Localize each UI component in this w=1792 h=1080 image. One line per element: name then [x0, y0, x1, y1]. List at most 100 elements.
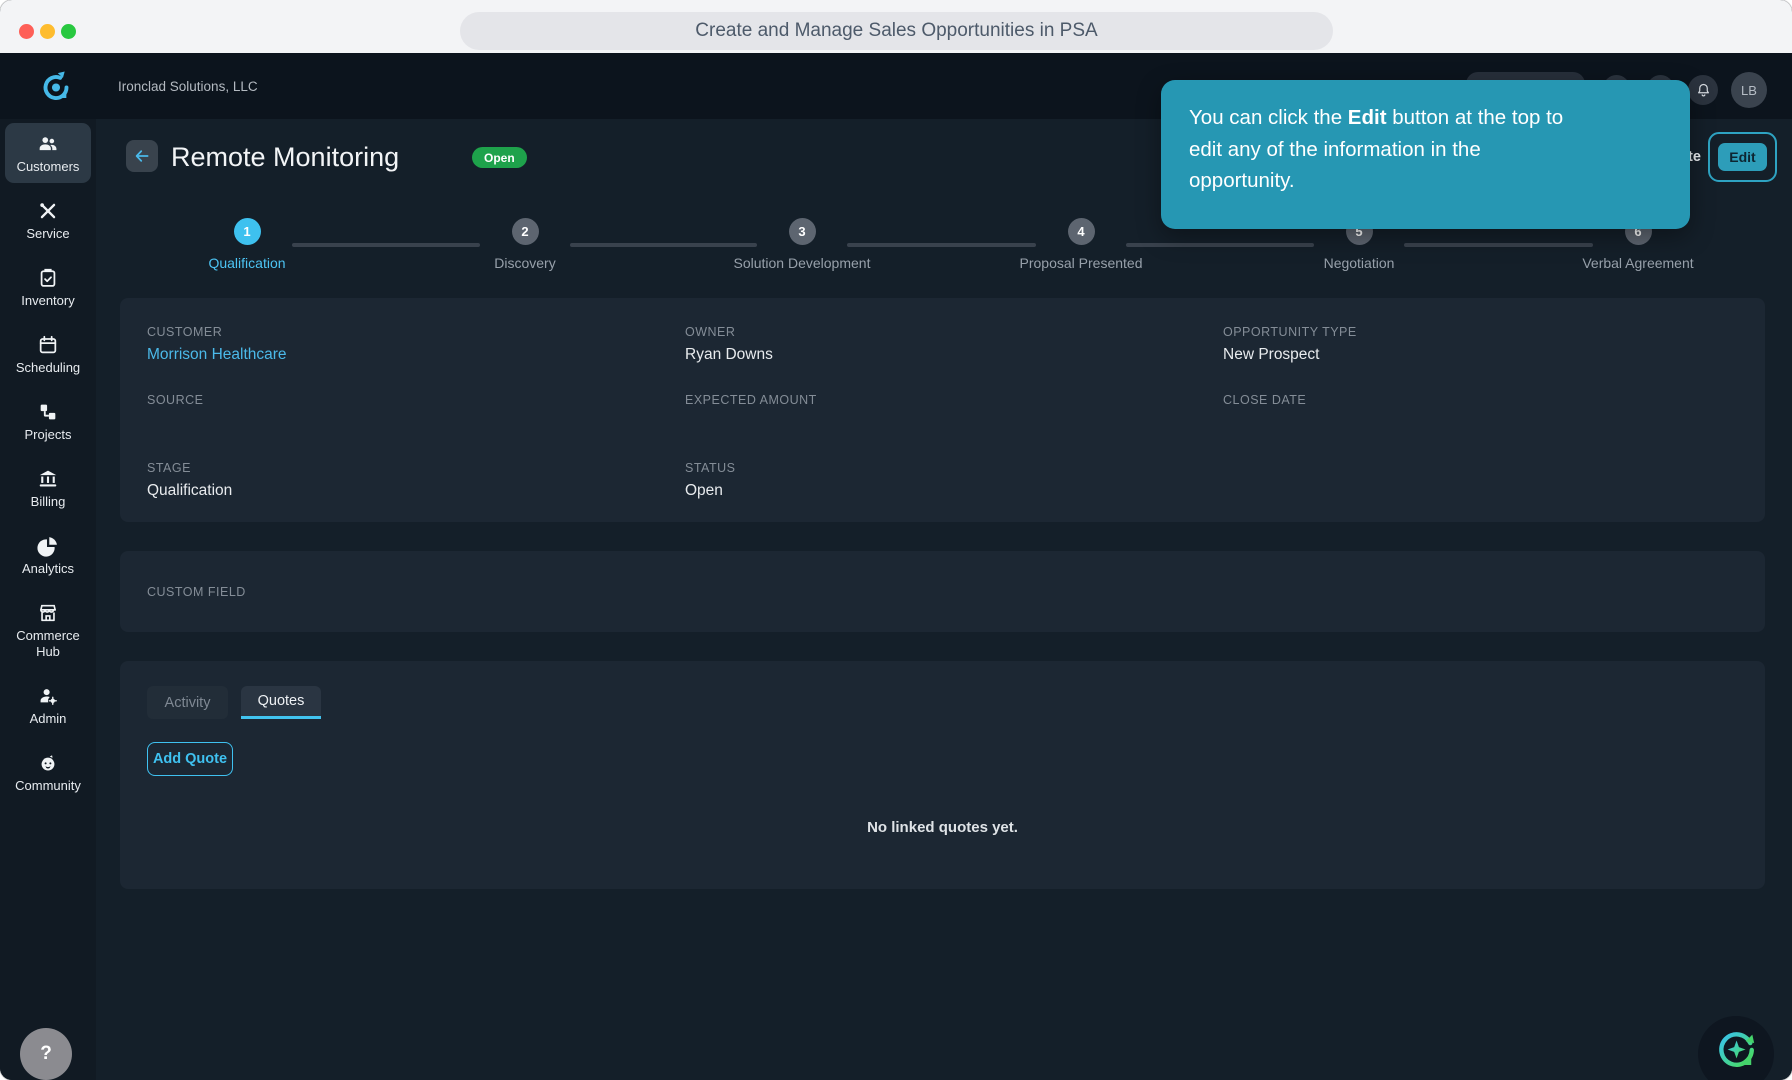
- custom-field-card: CUSTOM FIELD: [120, 551, 1765, 632]
- sidebar-item-label: Commerce Hub: [16, 628, 80, 659]
- step-discovery[interactable]: 2 Discovery: [425, 218, 625, 271]
- company-name: Ironclad Solutions, LLC: [118, 78, 258, 94]
- field-status: STATUS Open: [685, 461, 1223, 501]
- field-label: EXPECTED AMOUNT: [685, 393, 817, 407]
- status-badge: Open: [472, 147, 527, 168]
- billing-icon: [7, 468, 89, 490]
- step-number: 4: [1067, 218, 1095, 245]
- step-qualification[interactable]: 1 Qualification: [147, 218, 347, 271]
- field-label: SOURCE: [147, 393, 204, 407]
- tooltip-line-3: opportunity.: [1189, 169, 1295, 192]
- sidebar-item-label: Customers: [16, 159, 80, 174]
- sidebar-item-label: Scheduling: [15, 360, 81, 375]
- community-icon: [7, 752, 89, 774]
- step-label: Solution Development: [733, 255, 871, 271]
- sidebar-item-community[interactable]: Community: [5, 742, 91, 802]
- step-label: Qualification: [208, 255, 286, 271]
- field-value: Qualification: [147, 482, 233, 499]
- sidebar-item-analytics[interactable]: Analytics: [5, 525, 91, 585]
- sidebar-item-label: Analytics: [21, 561, 75, 576]
- minimize-window-button[interactable]: [40, 24, 55, 39]
- field-value: [1223, 414, 1765, 433]
- add-quote-button[interactable]: Add Quote: [147, 742, 233, 776]
- field-expected-amount: EXPECTED AMOUNT: [685, 393, 1223, 433]
- opportunity-details-card: CUSTOMER Morrison Healthcare OWNER Ryan …: [120, 298, 1765, 522]
- notifications-button[interactable]: [1688, 75, 1718, 105]
- app-logo-icon[interactable]: [38, 68, 74, 104]
- sidebar-item-inventory[interactable]: Inventory: [5, 257, 91, 317]
- help-button[interactable]: ?: [20, 1028, 72, 1080]
- inventory-icon: [7, 267, 89, 289]
- step-label: Discovery: [494, 255, 556, 271]
- app-window: Create and Manage Sales Opportunities in…: [0, 0, 1792, 1080]
- field-opportunity-type: OPPORTUNITY TYPE New Prospect: [1223, 325, 1765, 365]
- step-number: 2: [511, 218, 539, 245]
- sidebar-item-projects[interactable]: Projects: [5, 391, 91, 451]
- step-solution-development[interactable]: 3 Solution Development: [702, 218, 902, 271]
- step-label: Negotiation: [1323, 255, 1395, 271]
- customer-link[interactable]: Morrison Healthcare: [147, 346, 685, 365]
- service-icon: [7, 200, 89, 222]
- field-value: [685, 414, 1223, 433]
- admin-icon: [7, 685, 89, 707]
- main-content: Remote Monitoring Open te Edit 1 Qualifi…: [96, 119, 1792, 1080]
- step-proposal-presented[interactable]: 4 Proposal Presented: [981, 218, 1181, 271]
- edit-button[interactable]: Edit: [1718, 143, 1767, 171]
- quotes-card: Activity Quotes Add Quote No linked quot…: [120, 661, 1765, 889]
- bell-icon: [1697, 83, 1709, 96]
- field-label: OPPORTUNITY TYPE: [1223, 325, 1357, 339]
- tooltip-line-2: edit any of the information in the: [1189, 137, 1481, 161]
- field-label: STAGE: [147, 461, 191, 475]
- step-number: 3: [788, 218, 816, 245]
- field-customer: CUSTOMER Morrison Healthcare: [147, 325, 685, 365]
- sidebar-item-scheduling[interactable]: Scheduling: [5, 324, 91, 384]
- sidebar-item-label: Community: [15, 778, 81, 793]
- tooltip-line-1: You can click the Edit button at the top…: [1189, 106, 1564, 129]
- sidebar-item-label: Admin: [29, 711, 67, 726]
- sidebar-item-label: Inventory: [21, 293, 75, 308]
- analytics-icon: [7, 535, 89, 557]
- sidebar-item-label: Billing: [30, 494, 66, 509]
- field-value: [147, 414, 685, 433]
- sidebar-item-customers[interactable]: Customers: [5, 123, 91, 183]
- window-title: Create and Manage Sales Opportunities in…: [460, 12, 1333, 50]
- coach-tooltip: You can click the Edit button at the top…: [1161, 80, 1690, 229]
- step-number: 1: [233, 218, 261, 245]
- titlebar: Create and Manage Sales Opportunities in…: [0, 0, 1792, 53]
- customers-icon: [7, 133, 89, 155]
- field-label: CLOSE DATE: [1223, 393, 1307, 407]
- field-stage: STAGE Qualification: [147, 461, 685, 501]
- field-label: CUSTOMER: [147, 325, 223, 339]
- page-title: Remote Monitoring: [171, 142, 400, 172]
- sidebar: Customers Service Inventory Scheduling P…: [0, 119, 96, 1080]
- step-label: Verbal Agreement: [1582, 255, 1694, 271]
- custom-field-label: CUSTOM FIELD: [147, 584, 246, 599]
- field-label: STATUS: [685, 461, 736, 475]
- step-label: Proposal Presented: [1019, 255, 1143, 271]
- sidebar-item-commerce-hub[interactable]: Commerce Hub: [5, 592, 91, 668]
- field-value: Open: [685, 482, 723, 499]
- back-button[interactable]: [126, 140, 158, 172]
- sidebar-item-service[interactable]: Service: [5, 190, 91, 250]
- ai-assistant-icon: [1719, 1032, 1755, 1067]
- close-window-button[interactable]: [19, 24, 34, 39]
- projects-icon: [7, 401, 89, 423]
- scheduling-icon: [7, 334, 89, 356]
- tab-activity[interactable]: Activity: [147, 686, 228, 719]
- sidebar-item-admin[interactable]: Admin: [5, 675, 91, 735]
- field-owner: OWNER Ryan Downs: [685, 325, 1223, 365]
- field-value: New Prospect: [1223, 346, 1320, 363]
- sidebar-item-billing[interactable]: Billing: [5, 458, 91, 518]
- fullscreen-window-button[interactable]: [61, 24, 76, 39]
- sidebar-item-label: Service: [26, 226, 70, 241]
- field-source: SOURCE: [147, 393, 685, 433]
- field-close-date: CLOSE DATE: [1223, 393, 1765, 433]
- sidebar-item-label: Projects: [24, 427, 72, 442]
- commerce-hub-icon: [7, 602, 89, 624]
- tab-quotes[interactable]: Quotes: [241, 686, 321, 719]
- empty-quotes-message: No linked quotes yet.: [867, 819, 1018, 836]
- arrow-left-icon: [135, 150, 149, 162]
- user-avatar[interactable]: LB: [1731, 72, 1767, 108]
- edit-button-highlight-ring: Edit: [1708, 132, 1777, 182]
- field-label: OWNER: [685, 325, 736, 339]
